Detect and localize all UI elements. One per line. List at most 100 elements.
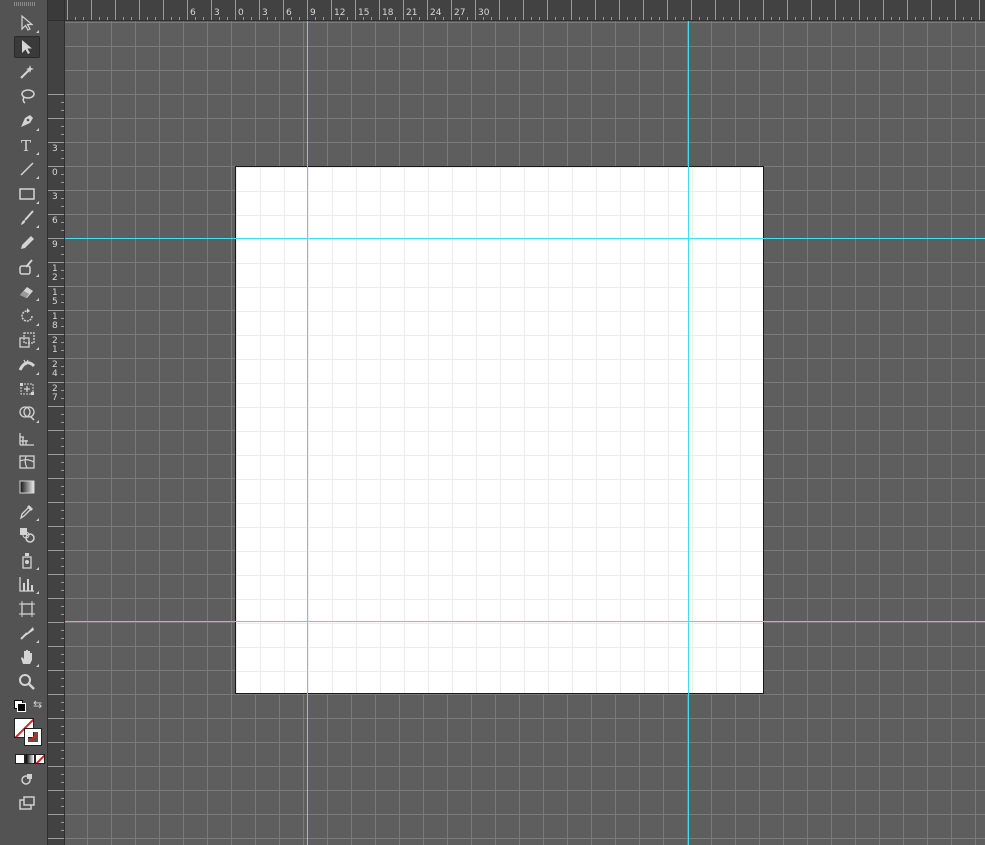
- ruler-label: 18: [382, 8, 394, 18]
- flyout-indicator-icon: [36, 274, 39, 277]
- flyout-indicator-icon: [36, 664, 39, 668]
- ruler-tick: [739, 0, 740, 20]
- horizontal-ruler[interactable]: 6 3 0 3 6 9 12 15 18 21 24 27 30: [65, 0, 985, 21]
- ruler-tick: [48, 694, 64, 695]
- ruler-tick: [667, 0, 668, 20]
- ruler-tick: [48, 814, 64, 815]
- flyout-indicator-icon: [36, 127, 39, 131]
- rotate-tool[interactable]: [14, 305, 40, 327]
- paintbrush-tool[interactable]: [14, 207, 40, 229]
- free-transform-tool[interactable]: [14, 378, 40, 400]
- ruler-tick: [48, 190, 64, 191]
- eyedropper-tool[interactable]: [14, 500, 40, 522]
- ruler-tick: [48, 214, 64, 215]
- column-graph-tool[interactable]: [14, 573, 40, 595]
- gradient-icon: [19, 480, 35, 494]
- ruler-tick: [115, 0, 116, 20]
- vertical-guide[interactable]: [307, 21, 308, 845]
- ruler-tick: [48, 358, 64, 359]
- width-tool[interactable]: [14, 354, 40, 376]
- ruler-label: 1 8: [52, 312, 58, 331]
- ruler-tick: [48, 574, 64, 575]
- ruler-tick: [48, 526, 64, 527]
- horizontal-guide[interactable]: [65, 238, 985, 239]
- pencil-tool[interactable]: [14, 232, 40, 254]
- horizontal-guide[interactable]: [65, 621, 985, 622]
- ruler-label: 3: [52, 192, 58, 202]
- ruler-tick: [331, 0, 332, 20]
- stroke-swatch[interactable]: [24, 728, 42, 746]
- flyout-indicator-icon: [36, 371, 39, 375]
- flyout-indicator-icon: [36, 640, 39, 643]
- artboard[interactable]: [235, 166, 764, 694]
- ruler-tick: [787, 0, 788, 20]
- ruler-tick: [283, 0, 284, 20]
- ruler-tick: [48, 286, 64, 287]
- symbol-sprayer-tool[interactable]: [14, 549, 40, 571]
- zoom-tool[interactable]: [14, 671, 40, 693]
- ruler-tick: [48, 478, 64, 479]
- width-icon: [18, 359, 36, 371]
- eraser-tool[interactable]: [14, 280, 40, 302]
- ruler-tick: [187, 0, 188, 20]
- gradient-button[interactable]: [25, 754, 35, 764]
- ruler-label: 15: [358, 8, 370, 18]
- blob-brush-icon: [19, 259, 33, 275]
- selection-tool[interactable]: [14, 12, 40, 34]
- blend-tool[interactable]: [14, 524, 40, 546]
- scale-tool[interactable]: [14, 329, 40, 351]
- ruler-tick: [523, 0, 524, 20]
- direct-selection-tool[interactable]: [14, 36, 40, 59]
- ruler-tick: [355, 0, 356, 20]
- panel-grip[interactable]: [14, 2, 36, 6]
- ruler-label: 2 1: [52, 336, 58, 355]
- type-tool[interactable]: T: [14, 134, 40, 156]
- ruler-tick: [931, 0, 932, 20]
- ruler-tick: [48, 454, 64, 455]
- ruler-tick: [427, 0, 428, 20]
- slice-tool[interactable]: [14, 622, 40, 644]
- flyout-indicator-icon: [36, 591, 39, 595]
- ruler-label: 3: [52, 144, 58, 154]
- fill-stroke-swatches[interactable]: [12, 716, 46, 750]
- ruler-tick: [571, 0, 572, 20]
- ruler-tick: [48, 838, 64, 839]
- line-segment-tool[interactable]: [14, 158, 40, 180]
- ruler-tick: [48, 310, 64, 311]
- none-button[interactable]: [35, 754, 45, 764]
- lasso-tool[interactable]: [14, 85, 40, 107]
- ruler-tick: [907, 0, 908, 20]
- hand-tool[interactable]: [14, 646, 40, 668]
- vertical-guide[interactable]: [688, 21, 689, 845]
- flyout-indicator-icon: [36, 200, 39, 204]
- artboard-tool[interactable]: [14, 598, 40, 620]
- pen-tool[interactable]: [14, 110, 40, 132]
- screen-mode-button[interactable]: [14, 792, 40, 814]
- mesh-tool[interactable]: [14, 451, 40, 473]
- drawing-mode-button[interactable]: [14, 768, 40, 790]
- ruler-tick: [48, 142, 64, 143]
- ruler-tick: [475, 0, 476, 20]
- ruler-origin[interactable]: [48, 0, 65, 21]
- flyout-indicator-icon: [36, 152, 39, 155]
- ruler-tick: [763, 0, 764, 20]
- document-canvas[interactable]: [65, 21, 985, 845]
- magic-wand-tool[interactable]: [14, 61, 40, 83]
- shape-builder-icon: [19, 406, 35, 421]
- shape-builder-tool[interactable]: [14, 402, 40, 424]
- rectangle-tool[interactable]: [14, 183, 40, 205]
- default-fill-stroke-icon[interactable]: [14, 700, 26, 712]
- ruler-tick: [811, 0, 812, 20]
- gradient-tool[interactable]: [14, 476, 40, 498]
- color-mode-buttons: [15, 754, 45, 764]
- vertical-ruler[interactable]: 303691 21 51 82 12 42 7: [48, 21, 65, 845]
- blob-brush-tool[interactable]: [14, 256, 40, 278]
- flyout-indicator-icon: [36, 225, 39, 229]
- perspective-grid-tool[interactable]: [14, 427, 40, 449]
- ruler-tick: [48, 550, 64, 551]
- swap-fill-stroke-icon[interactable]: ⇆: [33, 698, 42, 711]
- ruler-tick: [595, 0, 596, 20]
- color-button[interactable]: [15, 754, 25, 764]
- ruler-tick: [48, 502, 64, 503]
- ruler-tick: [883, 0, 884, 20]
